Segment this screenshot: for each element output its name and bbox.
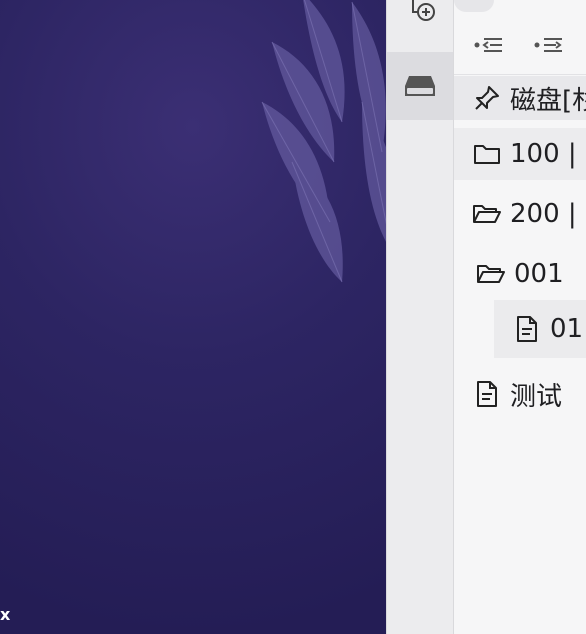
file-icon bbox=[472, 379, 502, 409]
tree-item-label: 200 | bbox=[510, 199, 577, 229]
sidebar-toolbar bbox=[454, 20, 586, 75]
disk-drive-icon bbox=[405, 76, 435, 96]
tree-item-200[interactable]: 200 | bbox=[454, 188, 586, 240]
expand-all-button[interactable] bbox=[532, 30, 566, 60]
left-ribbon bbox=[386, 0, 454, 634]
folder-icon bbox=[472, 139, 502, 169]
pin-icon bbox=[472, 83, 502, 113]
pinned-label: 磁盘[杉 bbox=[510, 85, 586, 116]
file-sidebar: 磁盘[杉 100 | 200 | 001 01 测试 bbox=[454, 0, 586, 634]
tree-item-label: 001 bbox=[514, 259, 564, 289]
tree-item-001[interactable]: 001 bbox=[454, 248, 586, 300]
feather-decoration bbox=[261, 0, 386, 283]
pinned-item[interactable]: 磁盘[杉 bbox=[454, 76, 586, 120]
desktop-wallpaper: x bbox=[0, 0, 386, 634]
collapse-all-button[interactable] bbox=[472, 30, 506, 60]
disk-drive-button[interactable] bbox=[387, 52, 453, 120]
expand-all-icon bbox=[534, 38, 562, 52]
folder-open-icon bbox=[476, 259, 506, 289]
new-note-plus-icon bbox=[412, 0, 435, 21]
tree-item-label: 100 | bbox=[510, 139, 577, 169]
tree-item-label: 01 bbox=[550, 314, 584, 344]
new-note-button[interactable] bbox=[387, 0, 453, 26]
tree-item-test[interactable]: 测试 bbox=[454, 368, 586, 420]
collapse-all-icon bbox=[474, 38, 502, 52]
tree-item-01[interactable]: 01 bbox=[494, 300, 586, 358]
app-root: x 磁盘[杉 100 | 200 | 001 01 测试 bbox=[0, 0, 586, 634]
sidebar-tab-active[interactable] bbox=[454, 0, 494, 12]
folder-open-icon bbox=[472, 199, 502, 229]
tree-item-100[interactable]: 100 | bbox=[454, 128, 586, 180]
file-icon bbox=[512, 314, 542, 344]
desktop-corner-text: x bbox=[0, 605, 11, 624]
sidebar-tabbar bbox=[454, 0, 586, 14]
tree-item-label: 测试 bbox=[510, 381, 563, 412]
